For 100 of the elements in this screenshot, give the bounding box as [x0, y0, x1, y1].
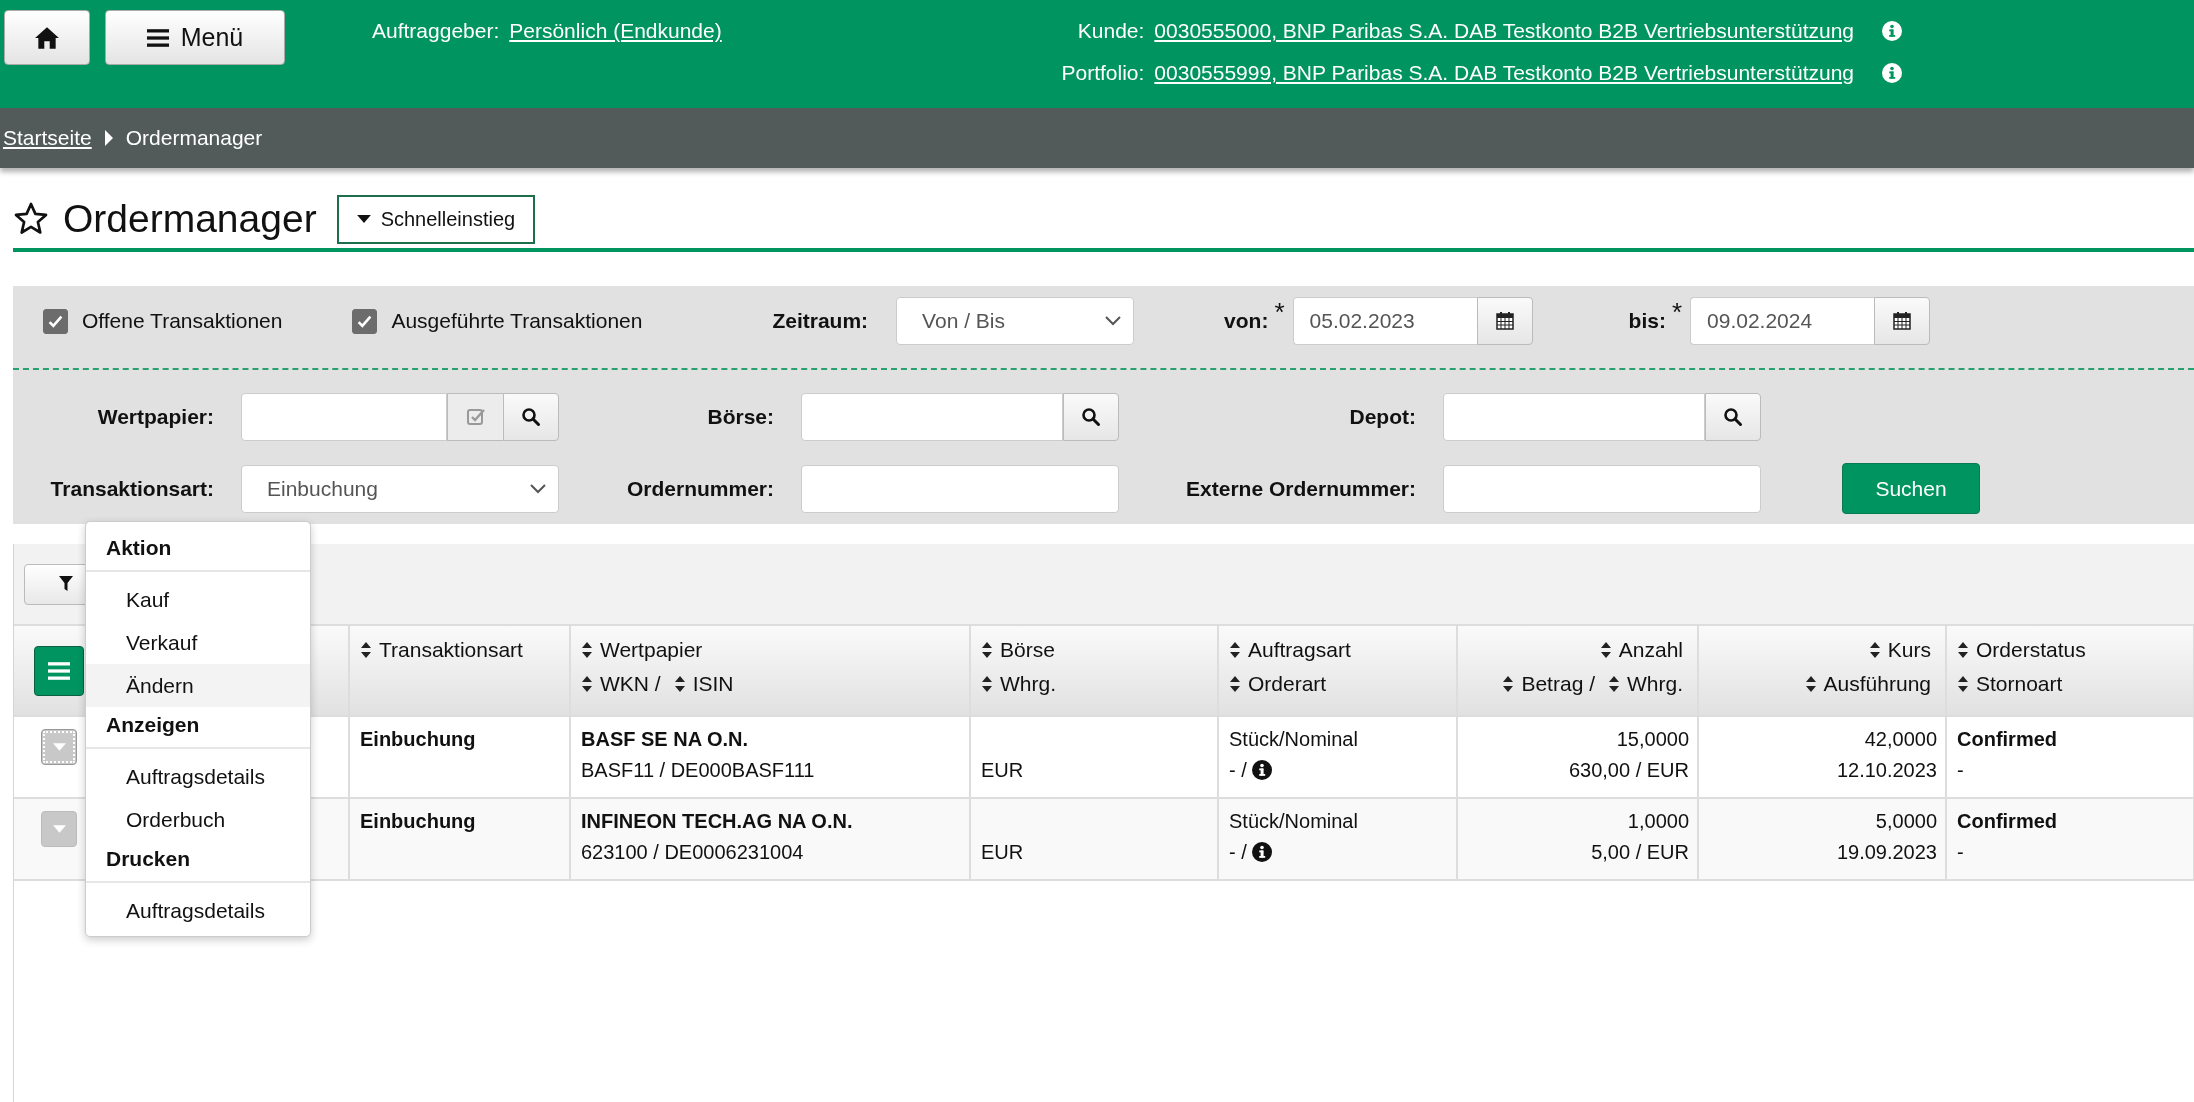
caret-icon [356, 215, 371, 223]
sort-icon[interactable] [581, 675, 593, 693]
column-header[interactable]: Orderart [1248, 672, 1327, 696]
sort-icon[interactable] [1868, 641, 1881, 659]
table-cell: BASF SE NA O.N. [581, 727, 749, 751]
date-field[interactable]: 09.02.2024 [1690, 297, 1875, 345]
input-field[interactable] [1443, 393, 1705, 441]
column-header[interactable]: Orderstatus [1976, 638, 2086, 662]
column-header[interactable]: Stornoart [1976, 672, 2063, 696]
table-cell: BASF11 / DE000BASF111 [581, 758, 815, 782]
input-field[interactable] [801, 393, 1063, 441]
info-icon[interactable] [1252, 842, 1273, 862]
chevron-down-icon [530, 483, 546, 494]
column-header[interactable]: Wertpapier [600, 638, 703, 662]
checkbox-label: Offene Transaktionen [82, 309, 283, 333]
checkbox[interactable] [352, 308, 378, 334]
search-button[interactable] [1705, 393, 1761, 441]
select-field[interactable]: Einbuchung [241, 464, 559, 513]
sort-icon[interactable] [1502, 675, 1515, 693]
sort-icon[interactable] [1608, 675, 1620, 693]
menu-item[interactable]: Verkauf [86, 621, 310, 664]
column-header[interactable]: Ausführung [1823, 672, 1931, 696]
column-header[interactable]: Kurs [1887, 638, 1931, 662]
info-icon[interactable] [1252, 760, 1273, 780]
sort-icon[interactable] [981, 675, 993, 693]
table-cell: 42,0000 [1864, 727, 1937, 751]
input-field[interactable] [241, 393, 447, 441]
breadcrumb-link[interactable]: Startseite [3, 126, 92, 150]
sort-icon[interactable] [1229, 675, 1241, 693]
client-link[interactable]: Persönlich (Endkunde) [509, 19, 722, 43]
table-cell: Confirmed [1957, 727, 2057, 751]
field-label: Wertpapier: [96, 405, 215, 429]
table-cell: 630,00 / EUR [1568, 758, 1689, 782]
column-header[interactable]: Börse [1000, 638, 1055, 662]
menu-item[interactable]: Orderbuch [86, 798, 310, 841]
menu-button[interactable]: Menü [105, 10, 285, 65]
sort-icon[interactable] [581, 641, 593, 659]
calendar-button[interactable] [1476, 297, 1533, 345]
period-select[interactable]: Von / Bis [896, 297, 1135, 345]
checkbox[interactable] [43, 308, 68, 334]
table-cell: INFINEON TECH.AG NA O.N. [581, 809, 853, 833]
table-cell: 5,00 / EUR [1591, 840, 1689, 864]
input-field[interactable] [801, 464, 1119, 513]
table-cell: Einbuchung [360, 809, 476, 833]
column-header[interactable]: Anzahl [1618, 638, 1683, 662]
table-menu-button[interactable] [34, 645, 84, 696]
column-header[interactable]: Whrg. [1627, 672, 1683, 696]
table-cell: Confirmed [1957, 809, 2057, 833]
sort-icon[interactable] [1804, 675, 1817, 693]
menu-item[interactable]: Kauf [86, 578, 310, 621]
sort-icon[interactable] [1229, 641, 1241, 659]
sort-icon[interactable] [981, 641, 993, 659]
required-mark: * [1274, 297, 1285, 328]
search-button[interactable] [503, 393, 559, 441]
search-submit-button[interactable]: Suchen [1842, 463, 1980, 514]
field-label: Börse: [706, 405, 775, 429]
table-cell: - / [1229, 758, 1247, 782]
column-header[interactable]: Whrg. [1000, 672, 1056, 696]
search-button[interactable] [1063, 393, 1119, 441]
sort-icon[interactable] [1957, 675, 1969, 693]
caret-icon [52, 825, 66, 833]
field-label: Depot: [1348, 405, 1417, 429]
row-action-button[interactable] [41, 729, 77, 765]
table-cell: Stück/Nominal [1229, 809, 1358, 833]
menu-icon [146, 27, 169, 48]
column-header[interactable]: Betrag / [1521, 672, 1595, 696]
quick-access-button[interactable]: Schnelleinstieg [336, 194, 536, 244]
table-cell: Stück/Nominal [1229, 727, 1358, 751]
date-label: von: [1224, 309, 1269, 333]
sort-icon[interactable] [360, 641, 372, 659]
date-field[interactable]: 05.02.2023 [1292, 297, 1477, 345]
table-cell: 12.10.2023 [1836, 758, 1937, 782]
column-header[interactable]: Auftragsart [1248, 638, 1351, 662]
column-header[interactable]: WKN / [600, 672, 661, 696]
field-label: Ordernummer: [625, 476, 775, 501]
search-icon [1081, 407, 1101, 427]
account-link[interactable]: 0030555999, BNP Paribas S.A. DAB Testkonto B2B Vertriebsunterstützung [1154, 61, 1854, 85]
menu-item[interactable]: Ändern [86, 664, 310, 707]
client-label: Auftraggeber: [372, 19, 500, 43]
menu-section-title: Aktion [105, 535, 173, 561]
star-icon[interactable] [13, 201, 49, 237]
check-icon [48, 314, 63, 328]
column-header[interactable]: ISIN [692, 672, 734, 696]
sort-icon[interactable] [673, 675, 686, 693]
home-button[interactable] [4, 10, 90, 65]
sort-icon[interactable] [1957, 641, 1969, 659]
sort-icon[interactable] [1599, 641, 1612, 659]
account-link[interactable]: 0030555000, BNP Paribas S.A. DAB Testkonto B2B Vertriebsunterstützung [1154, 19, 1854, 43]
date-label: bis: [1628, 309, 1666, 333]
checkbox-label: Ausgeführte Transaktionen [391, 309, 643, 333]
search-icon [1723, 407, 1743, 427]
menu-item[interactable]: Auftragsdetails [86, 755, 310, 798]
menu-item[interactable]: Auftragsdetails [86, 889, 310, 932]
breadcrumb-separator-icon [103, 129, 114, 147]
required-mark: * [1671, 297, 1683, 328]
input-field[interactable] [1443, 464, 1761, 513]
table-cell: 1,0000 [1627, 809, 1689, 833]
column-header[interactable]: Transaktionsart [379, 638, 523, 662]
calendar-button[interactable] [1874, 297, 1931, 345]
check-icon [357, 314, 373, 328]
